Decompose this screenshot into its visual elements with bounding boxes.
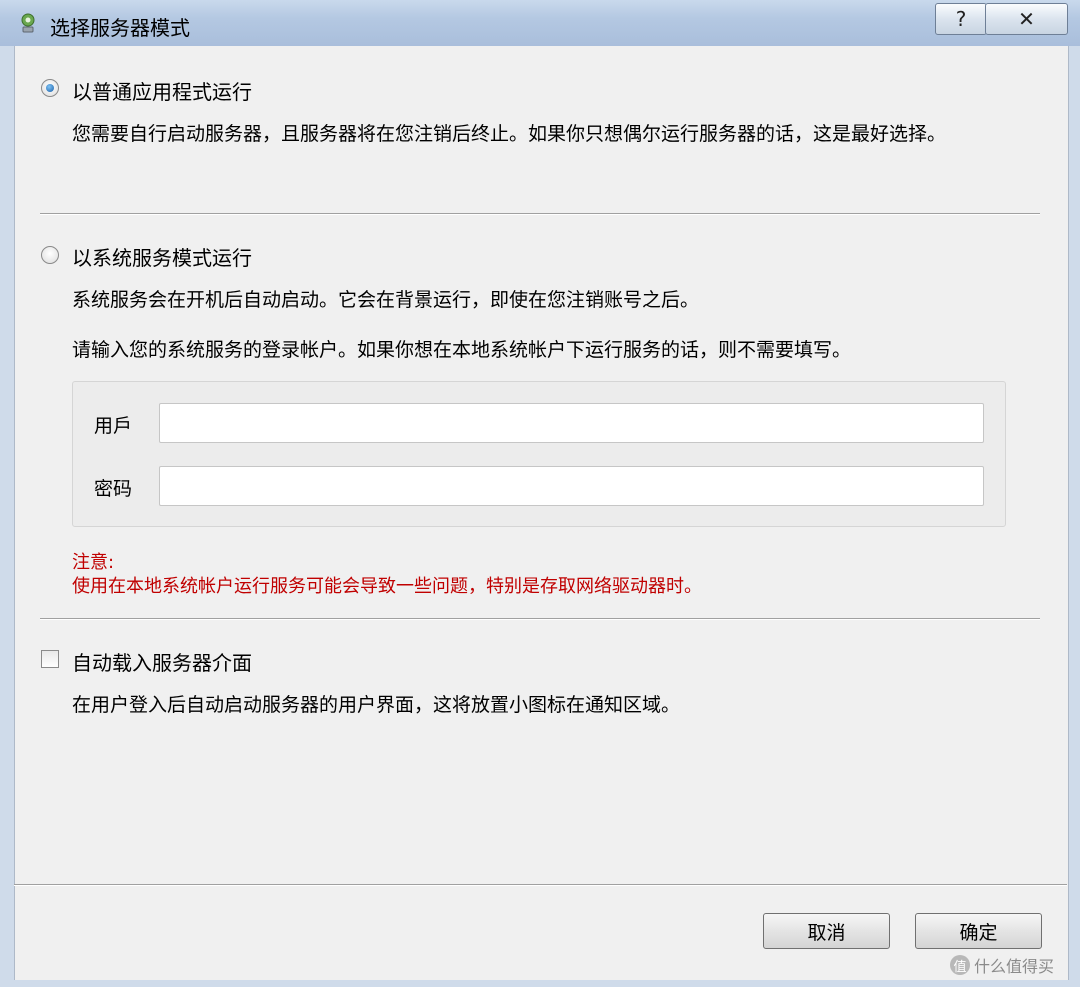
- radio-normal-app-label[interactable]: 以普通应用程式运行: [72, 76, 252, 105]
- separator: [40, 213, 1040, 215]
- system-service-description: 系统服务会在开机后自动启动。它会在背景运行，即使在您注销账号之后。: [72, 289, 700, 311]
- warning-text: 使用在本地系统帐户运行服务可能会导致一些问题，特别是存取网络驱动器时。: [72, 576, 702, 597]
- close-button[interactable]: ✕: [985, 3, 1068, 35]
- watermark-logo-icon: 值: [950, 955, 970, 975]
- autoload-checkbox[interactable]: [41, 650, 59, 668]
- user-input[interactable]: [159, 403, 984, 443]
- radio-normal-app[interactable]: [41, 79, 59, 97]
- watermark-text: 什么值得买: [974, 957, 1055, 976]
- help-button[interactable]: ?: [935, 3, 987, 35]
- cancel-button[interactable]: 取消: [763, 913, 890, 949]
- footer-separator: [14, 884, 1067, 886]
- server-app-icon: [21, 13, 35, 33]
- window-title: 选择服务器模式: [50, 16, 190, 40]
- radio-system-service-label[interactable]: 以系统服务模式运行: [72, 242, 252, 271]
- watermark: 值 什么值得买: [950, 953, 1054, 977]
- window-frame-bottom: [0, 980, 1080, 987]
- normal-app-description: 您需要自行启动服务器，且服务器将在您注销后终止。如果你只想偶尔运行服务器的话，这…: [72, 123, 947, 145]
- account-hint: 请输入您的系统服务的登录帐户。如果你想在本地系统帐户下运行服务的话，则不需要填写…: [72, 339, 852, 361]
- ok-button[interactable]: 确定: [915, 913, 1042, 949]
- radio-system-service[interactable]: [41, 246, 59, 264]
- autoload-label[interactable]: 自动载入服务器介面: [72, 647, 252, 676]
- password-input[interactable]: [159, 466, 984, 506]
- user-label: 用戶: [94, 415, 133, 437]
- password-label: 密码: [94, 478, 133, 500]
- warning-title: 注意:: [72, 552, 115, 573]
- title-bar: 选择服务器模式 ? ✕: [0, 0, 1080, 47]
- autoload-description: 在用户登入后自动启动服务器的用户界面，这将放置小图标在通知区域。: [72, 694, 681, 716]
- separator: [40, 618, 1040, 620]
- window-frame-left: [0, 46, 14, 987]
